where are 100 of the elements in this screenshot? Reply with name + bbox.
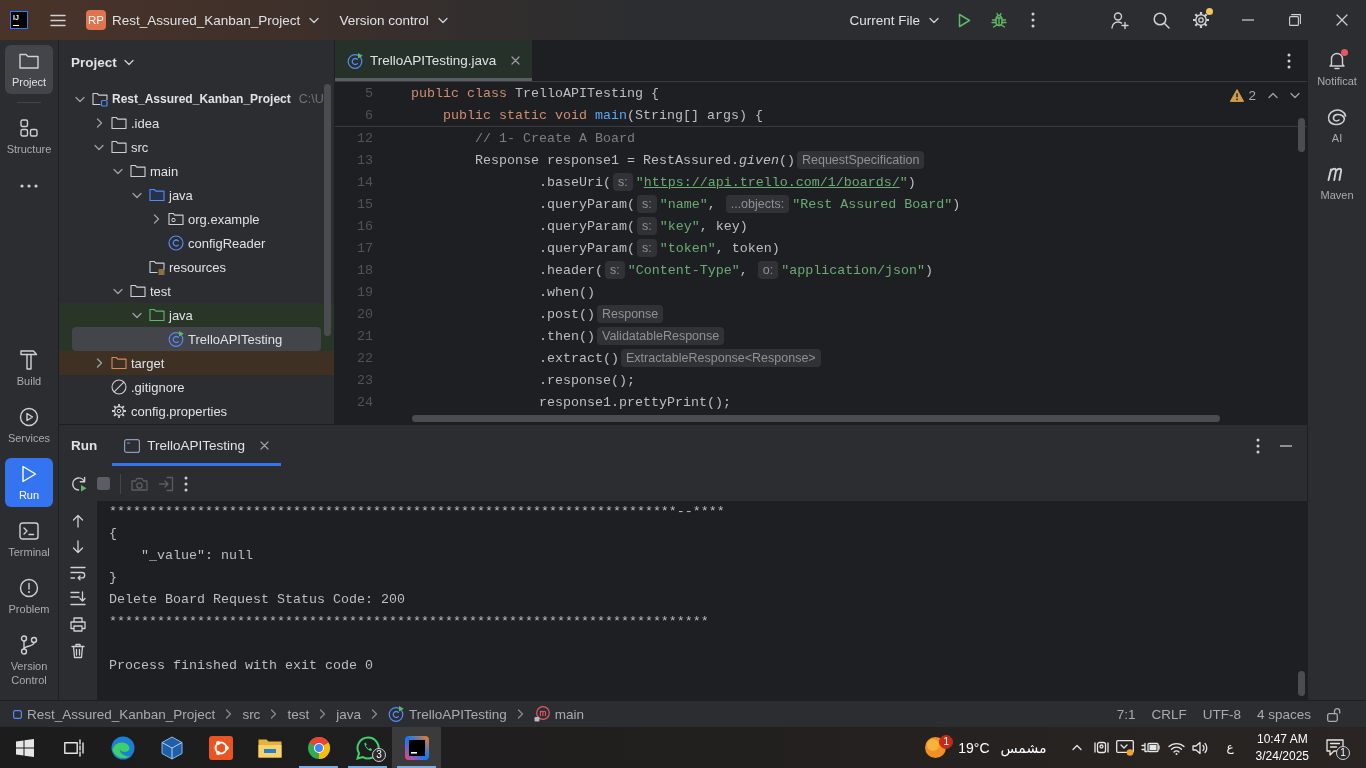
chevron-right-icon[interactable]	[95, 118, 103, 128]
run-config-selector[interactable]: Current File	[849, 12, 939, 28]
tree-item[interactable]: test	[110, 279, 174, 303]
chevron-down-icon[interactable]	[113, 287, 123, 295]
clock[interactable]: 10:47 AM 3/24/2025	[1255, 730, 1309, 765]
more-icon[interactable]	[1287, 52, 1291, 69]
folder-icon[interactable]	[257, 737, 282, 758]
chevron-right-icon[interactable]	[95, 358, 103, 368]
more-icon[interactable]	[1256, 437, 1260, 454]
settings-icon[interactable]	[1192, 11, 1210, 29]
warnings-counter[interactable]: 2	[1230, 88, 1256, 103]
lock-open-icon[interactable]	[1327, 706, 1341, 722]
debug-icon[interactable]	[991, 12, 1007, 28]
project-view-selector[interactable]: Project	[71, 54, 134, 70]
chevron-up-icon[interactable]	[1268, 92, 1278, 99]
chat-bubble-icon[interactable]	[355, 735, 380, 760]
breadcrumb[interactable]: test	[287, 706, 310, 722]
minimize-icon[interactable]	[1280, 444, 1292, 447]
breadcrumb[interactable]: java	[336, 706, 361, 722]
tree-item[interactable]: main	[110, 159, 182, 183]
close-icon[interactable]	[1336, 14, 1348, 26]
tree-item[interactable]: java	[129, 183, 196, 207]
chevron-right-icon[interactable]	[152, 214, 160, 224]
taskbar-button[interactable]	[392, 727, 441, 768]
wifi-icon[interactable]	[1168, 740, 1186, 755]
search-icon[interactable]	[1153, 11, 1170, 29]
tree-item[interactable]: resources	[129, 255, 230, 279]
ring-logo-icon[interactable]	[208, 735, 233, 760]
tree-item[interactable]: java	[129, 303, 196, 327]
scroll-to-end-icon[interactable]	[70, 591, 86, 606]
wave-browser-icon[interactable]	[110, 735, 135, 760]
start-icon[interactable]	[15, 738, 34, 757]
tool-window-button[interactable]: Build	[5, 344, 53, 393]
scrollbar[interactable]	[412, 415, 1220, 422]
vcs-menu[interactable]: Version control	[339, 12, 448, 28]
more-icon[interactable]	[184, 475, 188, 492]
trash-icon[interactable]	[71, 642, 85, 659]
status-widget[interactable]: UTF-8	[1202, 706, 1241, 722]
chevron-down-icon[interactable]	[113, 167, 123, 175]
notification-center-icon[interactable]	[1326, 739, 1344, 756]
volume-icon[interactable]	[1192, 740, 1209, 755]
tree-item[interactable]: Rest_Assured_Kanban_Project	[72, 87, 294, 111]
app-logo-icon[interactable]	[404, 735, 429, 760]
scrollbar[interactable]	[324, 84, 331, 336]
editor-tab[interactable]: TrelloAPITesting.java	[335, 40, 533, 81]
tree-item[interactable]: target	[91, 351, 168, 375]
display-icon[interactable]	[1116, 739, 1135, 756]
more-icon[interactable]	[1031, 12, 1035, 28]
project-selector[interactable]: Rest_Assured_Kanban_Project	[112, 12, 320, 28]
code-text: .post()	[539, 306, 595, 322]
main-menu-icon[interactable]	[50, 13, 66, 27]
rerun-icon[interactable]	[71, 475, 87, 492]
tree-item[interactable]: .idea	[91, 111, 163, 135]
breadcrumb[interactable]: TrelloAPITesting	[387, 706, 507, 722]
cube-icon[interactable]	[159, 735, 184, 760]
tree-item[interactable]: configReader	[148, 231, 269, 255]
task-view-icon[interactable]	[63, 738, 84, 757]
add-user-icon[interactable]	[1111, 11, 1129, 29]
restore-icon[interactable]	[1289, 14, 1301, 26]
run-tab[interactable]: TrelloAPITesting	[112, 425, 282, 466]
battery-plug-icon[interactable]	[1141, 741, 1161, 754]
status-widget[interactable]: 4 spaces	[1256, 706, 1311, 722]
tree-item[interactable]: org.example	[148, 207, 263, 231]
soft-wrap-icon[interactable]	[70, 565, 86, 580]
browser-icon[interactable]	[306, 735, 331, 760]
breadcrumb[interactable]: Rest_Assured_Kanban_Project	[13, 706, 216, 722]
status-widget[interactable]: 7:1	[1116, 706, 1136, 722]
webcam-icon[interactable]	[1094, 740, 1110, 755]
input-language[interactable]: ع	[1226, 739, 1234, 756]
scrollbar[interactable]	[1298, 671, 1305, 696]
chevron-down-icon[interactable]	[132, 191, 142, 199]
run-icon[interactable]	[958, 12, 971, 28]
tree-item[interactable]: src	[91, 135, 152, 159]
tool-window-button[interactable]: Services	[5, 401, 53, 450]
tool-window-button[interactable]: Problem	[5, 572, 53, 621]
close-icon[interactable]	[511, 56, 521, 65]
chevron-down-icon[interactable]	[94, 143, 104, 151]
tool-window-button[interactable]: Terminal	[5, 515, 53, 564]
taskbar-button[interactable]: 3	[343, 727, 392, 768]
tool-window-button[interactable]: Maven	[1313, 158, 1361, 207]
scrollbar[interactable]	[1298, 118, 1305, 152]
arrow-down-icon[interactable]	[72, 539, 84, 554]
tree-item[interactable]: TrelloAPITesting	[72, 327, 321, 351]
tool-window-button[interactable]: Notificat	[1313, 44, 1361, 93]
tree-item[interactable]: config.properties	[91, 399, 231, 423]
tree-item[interactable]: .gitignore	[91, 375, 188, 399]
chevron-down-icon[interactable]	[132, 311, 142, 319]
status-widget[interactable]: CRLF	[1151, 706, 1187, 722]
tool-window-button[interactable]: AI	[1313, 101, 1361, 150]
tool-window-button[interactable]: Version Control	[5, 629, 53, 692]
tool-window-button[interactable]: Run	[5, 458, 53, 507]
chevron-down-icon[interactable]	[75, 95, 85, 103]
print-icon[interactable]	[70, 617, 86, 632]
breadcrumb[interactable]: src	[242, 706, 261, 722]
arrow-up-icon[interactable]	[72, 513, 84, 528]
tool-window-button[interactable]: Structure	[5, 112, 53, 161]
tool-window-button[interactable]: Project	[5, 45, 53, 94]
chevron-down-icon[interactable]	[1290, 92, 1300, 99]
close-icon[interactable]	[260, 441, 270, 450]
breadcrumb[interactable]: main	[533, 706, 584, 722]
